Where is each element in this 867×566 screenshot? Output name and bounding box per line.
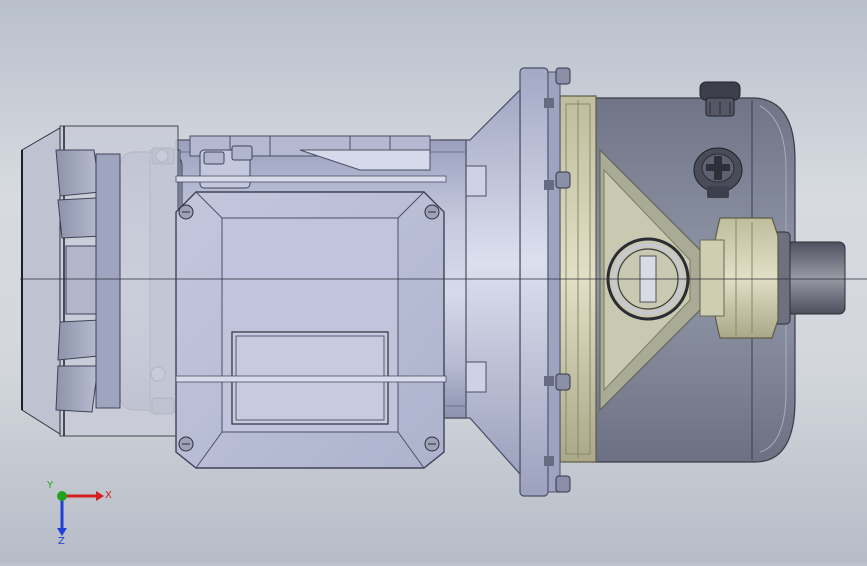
3d-graphics-viewport[interactable]	[0, 0, 867, 562]
orientation-triad[interactable]: X Z Y	[44, 478, 124, 548]
cooling-fan[interactable]	[55, 149, 121, 413]
z-axis-label: Z	[58, 536, 65, 547]
drain-plug[interactable]	[699, 81, 741, 117]
y-axis-label: Y	[46, 480, 54, 491]
y-axis-dot	[57, 491, 67, 501]
terminal-box[interactable]	[175, 191, 445, 469]
z-axis-arrowhead	[57, 528, 67, 536]
x-axis-arrowhead	[96, 491, 104, 501]
mounting-flange[interactable]	[519, 67, 561, 497]
pump-model[interactable]	[0, 0, 867, 562]
x-axis-label: X	[105, 490, 112, 501]
discharge-nozzle[interactable]	[699, 217, 846, 339]
